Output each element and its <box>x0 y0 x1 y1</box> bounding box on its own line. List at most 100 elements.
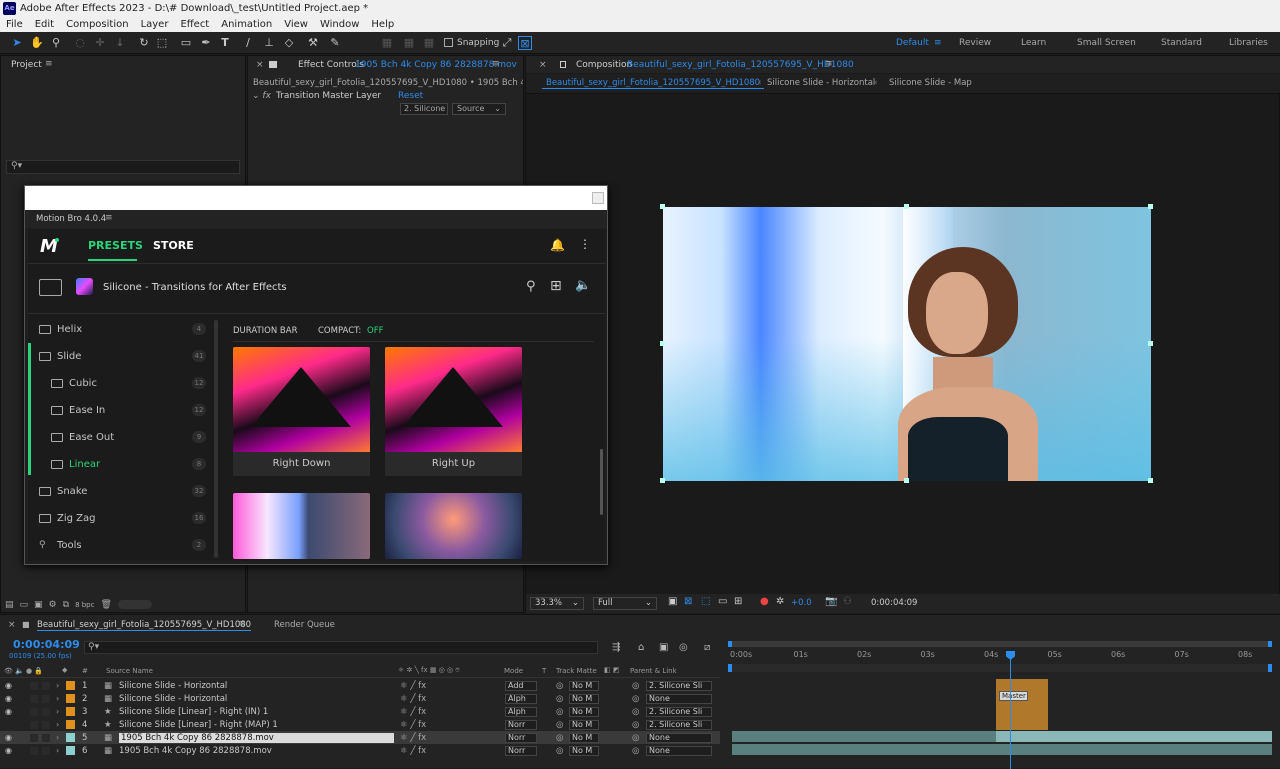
expand-chevron-icon[interactable]: › <box>56 746 59 755</box>
eye-icon[interactable]: ◉ <box>5 733 12 742</box>
matte-pickwhip-icon[interactable]: ◎ <box>556 681 563 691</box>
layer-row[interactable]: ◉ › 3 ★ Silicone Slide [Linear] - Right (IN)… <box>0 705 720 718</box>
composition-menu-icon[interactable]: ≡ <box>825 59 833 69</box>
interpret-footage-icon[interactable]: ▤ <box>5 600 14 610</box>
menu-layer[interactable]: Layer <box>141 19 169 30</box>
solo-switch[interactable] <box>42 733 50 742</box>
parent-pickwhip-icon[interactable]: ◎ <box>632 733 639 743</box>
parent-dropdown[interactable]: 2. Silicone Sli <box>646 719 712 730</box>
category-item[interactable]: Linear 8 <box>28 451 212 477</box>
preset-card-right-down[interactable]: Right Down <box>233 347 370 476</box>
local-axis-icon[interactable]: ▦ <box>380 36 394 50</box>
transition-layer-bars[interactable] <box>996 679 1048 730</box>
work-area-start[interactable] <box>728 664 732 672</box>
solo-switch[interactable] <box>42 746 50 755</box>
search-icon[interactable]: ⚲ <box>526 279 536 294</box>
color-channels-icon[interactable]: ● <box>760 596 769 607</box>
notifications-bell-icon[interactable]: 🔔 <box>550 238 565 252</box>
expand-chevron-icon[interactable]: › <box>56 707 59 716</box>
more-options-icon[interactable]: ⋮ <box>579 237 591 251</box>
solo-switch[interactable] <box>42 694 50 703</box>
zoom-tool-icon[interactable]: ⚲ <box>49 36 63 50</box>
workspace-learn[interactable]: Learn <box>1021 38 1046 48</box>
mode-dropdown[interactable]: Norr <box>505 732 537 743</box>
exposure-reset-icon[interactable]: ✲ <box>776 596 784 607</box>
tab-store[interactable]: STORE <box>153 239 194 252</box>
type-tool-icon[interactable]: T <box>218 36 232 50</box>
source-name-header[interactable]: Source Name <box>106 667 153 675</box>
duration-bar-toggle[interactable]: DURATION BAR <box>233 326 298 336</box>
layer-switch-icons[interactable]: ⚛ ╱ fx <box>400 707 426 717</box>
track-matte-dropdown[interactable]: No M <box>569 706 599 717</box>
transform-handle[interactable] <box>660 341 665 346</box>
snap-grid-icon[interactable]: ⊠ <box>518 36 532 50</box>
orbit-tool-icon[interactable]: ◌ <box>73 36 87 50</box>
track-matte-dropdown[interactable]: No M <box>569 719 599 730</box>
label-color-swatch[interactable] <box>66 707 75 716</box>
parent-pickwhip-icon[interactable]: ◎ <box>632 746 639 756</box>
layer-switch-icons[interactable]: ⚛ ╱ fx <box>400 720 426 730</box>
menu-animation[interactable]: Animation <box>221 19 272 30</box>
layer-name[interactable]: 1905 Bch 4k Copy 86 2828878.mov <box>119 746 272 756</box>
layer-switch-icons[interactable]: ⚛ ╱ fx <box>400 694 426 704</box>
composition-tab[interactable]: Composition <box>576 60 632 70</box>
category-item[interactable]: Ease Out 9 <box>28 424 212 450</box>
pack-name[interactable]: Silicone - Transitions for After Effects <box>103 282 287 293</box>
label-color-swatch[interactable] <box>66 733 75 742</box>
trash-icon[interactable]: 🗑 <box>100 600 111 610</box>
grid-icon[interactable]: ⊞ <box>734 596 742 607</box>
category-item[interactable]: Ease In 12 <box>28 397 212 423</box>
work-area-bar[interactable] <box>728 664 1272 672</box>
expand-chevron-icon[interactable]: › <box>56 681 59 690</box>
composition-name[interactable]: Beautiful_sexy_girl_Fotolia_120557695_V_… <box>627 60 854 70</box>
eye-icon[interactable]: ◉ <box>5 746 12 755</box>
workspace-standard[interactable]: Standard <box>1161 38 1202 48</box>
mode-dropdown[interactable]: Alph <box>505 693 537 704</box>
layer-switch-icons[interactable]: ⚛ ╱ fx <box>400 746 426 756</box>
snapping-checkbox[interactable] <box>444 38 453 47</box>
breadcrumb-item-3[interactable]: Silicone Slide - Map <box>889 78 972 88</box>
hand-tool-icon[interactable]: ✋ <box>30 36 44 50</box>
workspace-small-screen[interactable]: Small Screen <box>1077 38 1136 48</box>
motion-blur-icon[interactable]: ◎ <box>679 642 688 653</box>
rotate-tool-icon[interactable]: ↻ <box>137 36 151 50</box>
puppet-tool-icon[interactable]: ✎ <box>328 36 342 50</box>
label-color-swatch[interactable] <box>66 720 75 729</box>
dolly-tool-icon[interactable]: ↓ <box>113 36 127 50</box>
transparency-grid-icon[interactable]: ⊠ <box>684 596 692 607</box>
eraser-tool-icon[interactable]: ◇ <box>282 36 296 50</box>
category-item[interactable]: Snake 32 <box>28 478 212 504</box>
workspace-menu-icon[interactable]: ≡ <box>934 38 942 48</box>
parent-pickwhip-icon[interactable]: ◎ <box>632 720 639 730</box>
thumbnail-slider[interactable] <box>117 600 152 609</box>
view-axis-icon[interactable]: ▦ <box>422 36 436 50</box>
label-color-swatch[interactable] <box>66 746 75 755</box>
category-item[interactable]: ⚲ Tools 2 <box>28 532 212 558</box>
show-snapshot-icon[interactable]: ⚇ <box>843 596 852 607</box>
menu-view[interactable]: View <box>284 19 308 30</box>
tab-presets[interactable]: PRESETS <box>88 239 143 252</box>
solo-switch[interactable] <box>42 681 50 690</box>
effect-controls-menu-icon[interactable]: ≡ <box>492 59 500 69</box>
world-axis-icon[interactable]: ▦ <box>402 36 416 50</box>
expand-chevron-icon[interactable]: › <box>56 720 59 729</box>
eye-icon[interactable]: ◉ <box>5 694 12 703</box>
render-queue-tab[interactable]: Render Queue <box>274 620 335 630</box>
source-dropdown[interactable]: Source ⌄ <box>452 103 506 115</box>
preset-card-right-up[interactable]: Right Up <box>385 347 522 476</box>
parent-pickwhip-icon[interactable]: ◎ <box>632 681 639 691</box>
matte-pickwhip-icon[interactable]: ◎ <box>556 746 563 756</box>
workspace-default[interactable]: Default <box>896 38 929 48</box>
track-matte-dropdown[interactable]: No M <box>569 745 599 756</box>
layer-bar-6[interactable] <box>732 744 1272 755</box>
matte-pickwhip-icon[interactable]: ◎ <box>556 733 563 743</box>
clone-stamp-tool-icon[interactable]: ⊥ <box>262 36 276 50</box>
track-matte-dropdown[interactable]: No M <box>569 680 599 691</box>
sound-icon[interactable]: 🔈 <box>575 278 591 293</box>
timeline-search-input[interactable]: ⚲▾ <box>84 641 598 654</box>
presets-scrollbar[interactable] <box>600 449 603 515</box>
shy-layers-icon[interactable]: ▣ <box>659 642 668 653</box>
layer-name[interactable]: Silicone Slide [Linear] - Right (MAP) 1 <box>119 720 278 730</box>
work-area-end[interactable] <box>1268 664 1272 672</box>
mask-visibility-icon[interactable]: ⬚ <box>701 596 710 607</box>
